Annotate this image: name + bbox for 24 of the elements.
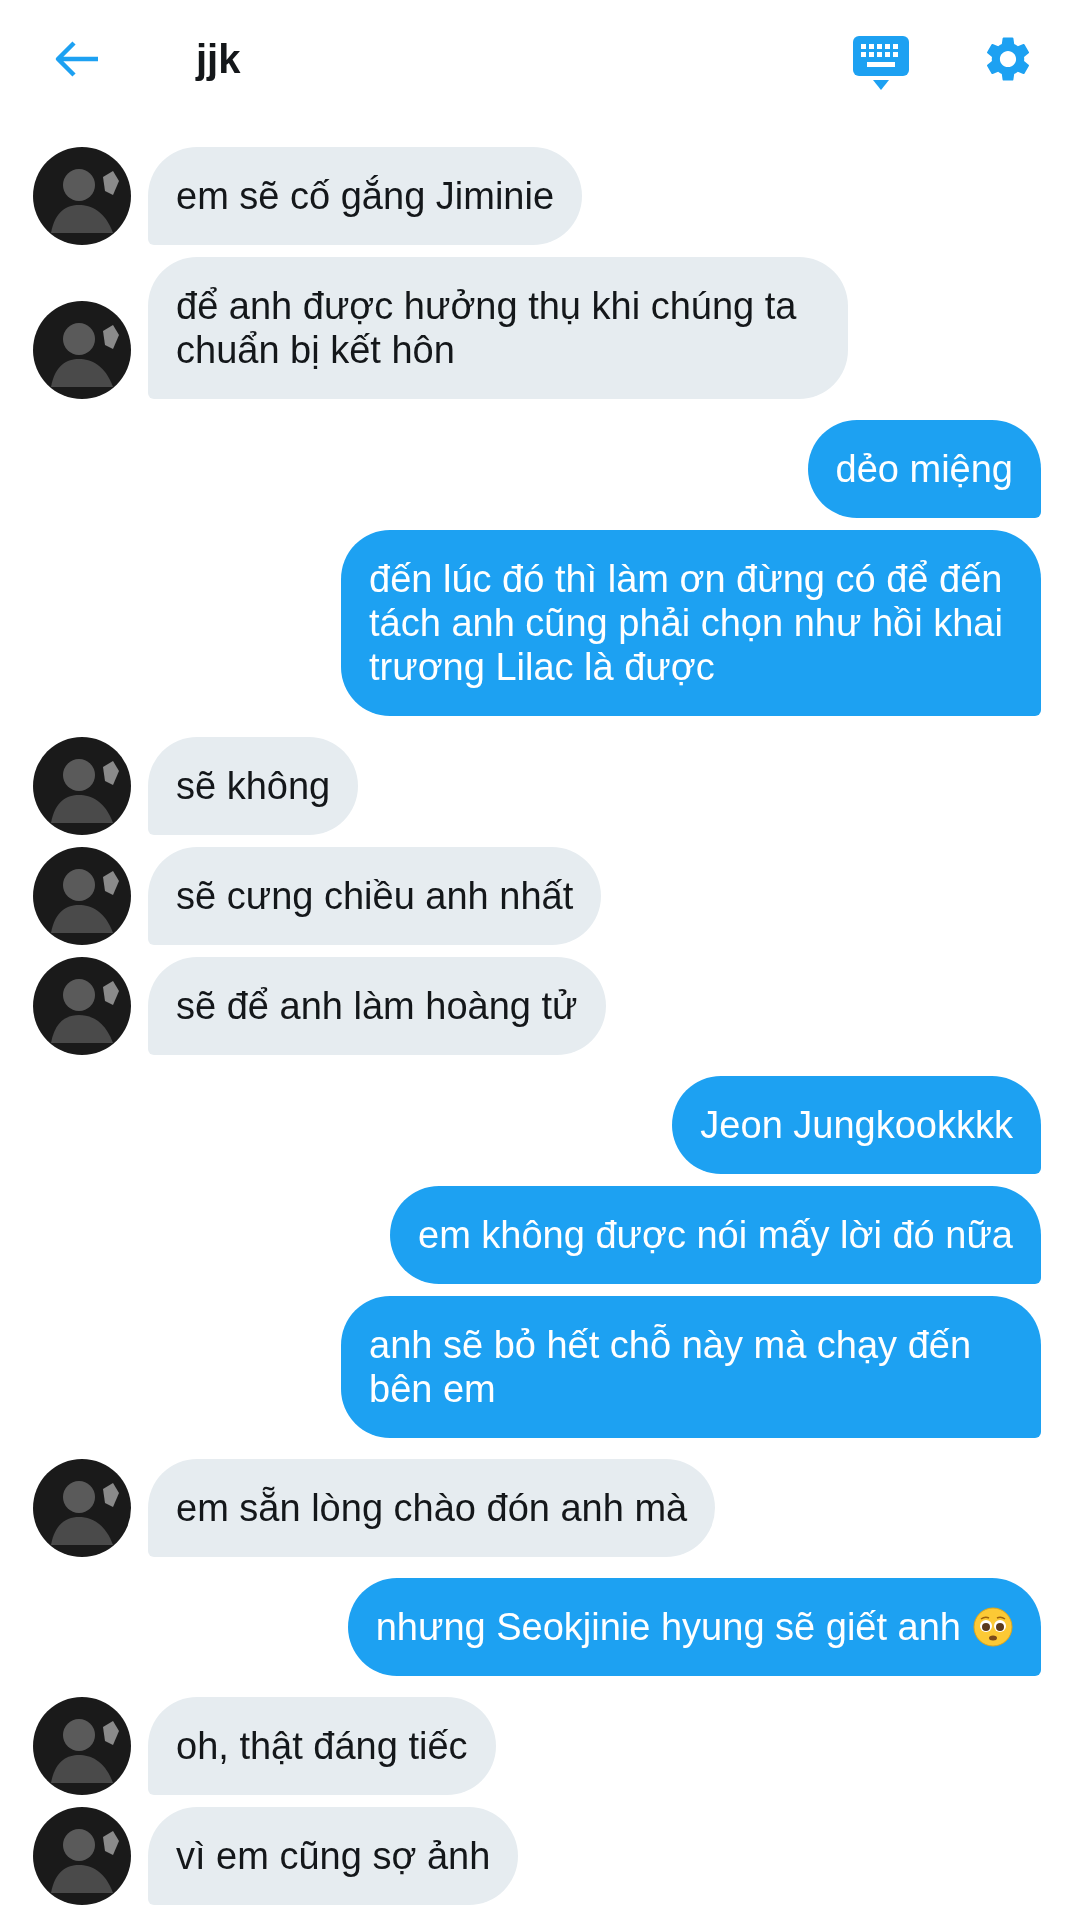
message-text: dẻo miệng: [835, 447, 1013, 491]
avatar[interactable]: [33, 957, 131, 1055]
message-text: oh, thật đáng tiếc: [176, 1724, 468, 1768]
message-text: em sẽ cố gắng Jiminie: [176, 174, 555, 218]
message-text: Jeon Jungkookkkk: [700, 1103, 1013, 1147]
message-text: đến lúc đó thì làm ơn đừng có để đến tách anh cũng phải chọn như hồi khai trương Lilac là được: [369, 557, 1004, 689]
message-text: sẽ để anh làm hoàng tử: [176, 984, 578, 1028]
message-text: anh sẽ bỏ hết chỗ này mà chạy đến bên em: [369, 1323, 973, 1411]
message-text: em sẵn lòng chào đón anh mà: [176, 1486, 688, 1530]
message-text: sẽ không: [176, 764, 331, 808]
avatar[interactable]: [33, 147, 131, 245]
keyboard-icon[interactable]: [853, 36, 909, 92]
message-text: sẽ cưng chiều anh nhất: [176, 874, 574, 918]
avatar[interactable]: [33, 1807, 131, 1905]
message-text: để anh được hưởng thụ khi chúng ta chuẩn bị kết hôn: [176, 284, 798, 372]
message-text: em không được nói mấy lời đó nữa: [418, 1213, 1013, 1257]
avatar[interactable]: [33, 737, 131, 835]
avatar[interactable]: [33, 1697, 131, 1795]
avatar[interactable]: [33, 301, 131, 399]
message-text: vì em cũng sợ ảnh: [176, 1834, 491, 1878]
avatar[interactable]: [33, 847, 131, 945]
message-text: nhưng Seokjinie hyung sẽ giết anh: [375, 1605, 961, 1649]
conversation-title: jjk: [196, 36, 241, 82]
avatar[interactable]: [33, 1459, 131, 1557]
